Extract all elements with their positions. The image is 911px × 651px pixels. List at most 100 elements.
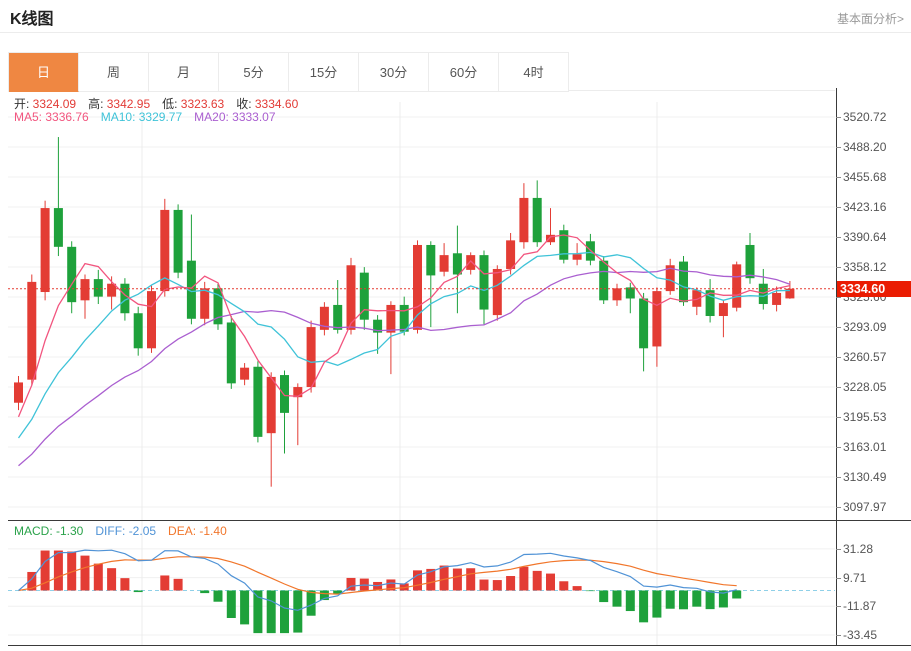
candle-body	[493, 269, 502, 315]
macd-bar	[267, 591, 276, 634]
macd-bar	[546, 574, 555, 591]
page-title: K线图	[10, 5, 54, 29]
macd-bar	[666, 591, 675, 609]
tab-period-7[interactable]: 60分	[429, 53, 499, 92]
tick-mark	[836, 635, 841, 636]
macd-bar	[599, 591, 608, 603]
macd-bar	[466, 568, 475, 590]
macd-bar	[160, 575, 169, 590]
tick-mark	[836, 578, 841, 579]
candle-body	[240, 368, 249, 380]
price-tick-label: 3358.12	[843, 260, 886, 274]
kline-page: K线图 基本面分析> 日周月5分15分30分60分4时 开: 3324.09高:…	[0, 0, 911, 651]
tab-period-8[interactable]: 4时	[499, 53, 569, 92]
candle-body	[67, 247, 76, 302]
macd-bar	[107, 568, 116, 590]
macd-tick-label: 31.28	[843, 542, 873, 556]
candle-body	[599, 261, 608, 301]
price-tick-label: 3195.53	[843, 410, 886, 424]
macd-bar	[586, 591, 595, 592]
tab-period-3[interactable]: 月	[149, 53, 219, 92]
candle-body	[466, 255, 475, 270]
header-divider	[0, 32, 911, 33]
candle-body	[134, 313, 143, 348]
candle-body	[759, 284, 768, 304]
macd-bar	[453, 569, 462, 591]
macd-bar	[54, 551, 63, 591]
candle-body	[746, 245, 755, 278]
candle-body	[253, 367, 262, 437]
candle-body	[81, 279, 90, 300]
macd-bar	[519, 567, 528, 591]
macd-bar	[692, 591, 701, 607]
candle-body	[413, 245, 422, 330]
readout-item: MA10: 3329.77	[101, 110, 182, 124]
macd-bar	[214, 591, 223, 602]
candle-body	[386, 305, 395, 333]
tab-period-5[interactable]: 15分	[289, 53, 359, 92]
readout-item: 开: 3324.09	[14, 97, 76, 111]
price-tick-label: 3520.72	[843, 110, 886, 124]
tab-period-2[interactable]: 周	[79, 53, 149, 92]
macd-bar	[174, 579, 183, 591]
macd-bar	[280, 591, 289, 634]
tick-mark	[836, 327, 841, 328]
pane-separator-line	[8, 520, 911, 521]
macd-bar	[533, 571, 542, 591]
tick-mark	[836, 177, 841, 178]
macd-bar	[679, 591, 688, 610]
macd-bar	[706, 591, 715, 610]
readout-item: MA20: 3333.07	[194, 110, 275, 124]
candle-body	[147, 291, 156, 348]
macd-bar	[200, 591, 209, 594]
candle-body	[14, 382, 23, 402]
macd-chart[interactable]	[8, 521, 835, 645]
macd-bar	[81, 556, 90, 591]
readout-item: MACD: -1.30	[14, 524, 83, 538]
macd-bar	[240, 591, 249, 625]
candle-body	[227, 322, 236, 383]
price-tick-label: 3455.68	[843, 170, 886, 184]
tick-mark	[836, 147, 841, 148]
candle-body	[506, 240, 515, 269]
main-candlestick-chart[interactable]	[8, 92, 835, 521]
fundamental-analysis-link[interactable]: 基本面分析>	[837, 10, 904, 27]
candle-body	[267, 377, 276, 433]
macd-bar	[293, 591, 302, 633]
tab-period-6[interactable]: 30分	[359, 53, 429, 92]
tick-mark	[836, 549, 841, 550]
price-tick-label: 3293.09	[843, 320, 886, 334]
price-axis-line	[836, 88, 837, 646]
macd-bar	[613, 591, 622, 607]
candle-body	[732, 264, 741, 307]
price-tick-label: 3130.49	[843, 470, 886, 484]
macd-bar	[626, 591, 635, 612]
macd-tick-label: -33.45	[843, 628, 877, 642]
candle-body	[573, 254, 582, 260]
candle-body	[519, 198, 528, 242]
tick-mark	[836, 477, 841, 478]
macd-bar	[413, 570, 422, 590]
macd-bar	[652, 591, 661, 618]
price-tick-label: 3163.01	[843, 440, 886, 454]
readout-item: 收: 3334.60	[236, 97, 298, 111]
tick-mark	[836, 507, 841, 508]
macd-tick-label: 9.71	[843, 571, 866, 585]
price-tick-label: 3097.97	[843, 500, 886, 514]
price-tick-label: 3260.57	[843, 350, 886, 364]
tab-period-4[interactable]: 5分	[219, 53, 289, 92]
tick-mark	[836, 357, 841, 358]
price-tick-label: 3390.64	[843, 230, 886, 244]
candle-body	[27, 282, 36, 380]
tick-mark	[836, 267, 841, 268]
tick-mark	[836, 606, 841, 607]
candle-body	[652, 291, 661, 346]
readout-item: MA5: 3336.76	[14, 110, 89, 124]
candle-body	[280, 375, 289, 413]
macd-tick-label: -11.87	[843, 599, 876, 613]
chart-bottom-line	[8, 645, 911, 646]
candle-body	[94, 279, 103, 297]
macd-bar	[134, 591, 143, 593]
current-price-tag: 3334.60	[837, 281, 911, 297]
tab-period-1[interactable]: 日	[9, 53, 79, 92]
